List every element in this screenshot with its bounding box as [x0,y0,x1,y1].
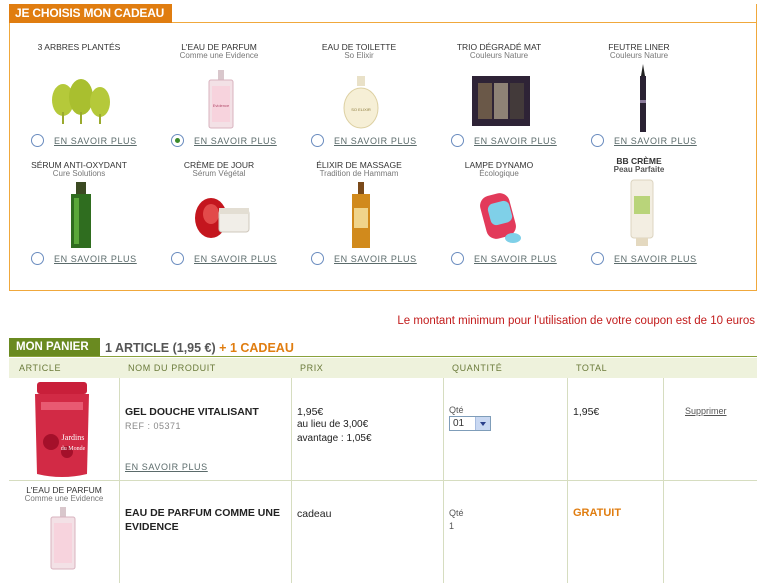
gift-more-link[interactable]: EN SAVOIR PLUS [614,136,697,146]
gift-radio-elixir-massage[interactable] [311,252,324,265]
shower-gel-image: Jardins du Monde [35,382,89,477]
gift-more-link[interactable]: EN SAVOIR PLUS [614,254,697,264]
header-article: ARTICLE [19,363,62,373]
column-divider [567,481,568,583]
perfume-bottle-icon [50,507,76,570]
cart-title: MON PANIER [9,338,100,357]
cart-summary: 1 ARTICLE (1,95 €) + 1 CADEAU [105,341,294,355]
column-divider [443,481,444,583]
gift-subtitle: Peau Parfaite [613,165,665,174]
gift-more-link[interactable]: EN SAVOIR PLUS [334,136,417,146]
column-divider [663,378,664,480]
gift-more-link[interactable]: EN SAVOIR PLUS [474,254,557,264]
gift-subtitle: Sérum Végétal [192,169,246,178]
gift-image-subtitle: Comme une Evidence [24,494,104,503]
bb-cream-tube-icon [630,179,654,246]
gift-radio-trees[interactable] [31,134,44,147]
gift-radio-eau-de-toilette[interactable] [311,134,324,147]
svg-text:Evidence: Evidence [213,103,230,108]
gift-radio-serum[interactable] [31,252,44,265]
column-divider [291,481,292,583]
toilette-bottle-icon: SO ELIXIR [343,76,379,129]
gift-radio-bb-creme[interactable] [591,252,604,265]
column-divider [663,481,664,583]
cart-gift-count: + 1 CADEAU [219,341,294,355]
column-divider [119,481,120,583]
dynamo-lamp-icon [480,193,521,243]
gift-radio-feutre-liner[interactable] [591,134,604,147]
gift-more-link[interactable]: EN SAVOIR PLUS [194,136,277,146]
chevron-down-icon[interactable] [475,417,490,430]
gift-more-link[interactable]: EN SAVOIR PLUS [54,136,137,146]
gift-more-link[interactable]: EN SAVOIR PLUS [334,254,417,264]
gift-subtitle: Comme une Evidence [179,51,259,60]
svg-text:Jardins: Jardins [62,433,85,442]
table-row: L'EAU DE PARFUM Comme une Evidence EAU D… [9,481,757,583]
coupon-minimum-message: Le montant minimum pour l'utilisation de… [397,315,755,327]
gift-radio-creme-de-jour[interactable] [171,252,184,265]
product-total: 1,95€ [573,406,600,418]
gift-more-link[interactable]: EN SAVOIR PLUS [54,254,137,264]
header-product: NOM DU PRODUIT [128,363,216,373]
quantity-label: Qté [449,508,464,518]
product-saving: avantage : 1,05€ [297,433,372,444]
perfume-bottle-icon: Evidence [208,70,234,129]
remove-item-link[interactable]: Supprimer [685,406,727,416]
cart-divider [9,356,757,357]
gift-section-title: JE CHOISIS MON CADEAU [9,4,172,23]
quantity-value: 01 [453,418,465,429]
gift-name: 3 ARBRES PLANTÉS [37,42,121,52]
gift-radio-eau-de-parfum[interactable] [171,134,184,147]
cart-table-header: ARTICLE NOM DU PRODUIT PRIX QUANTITÉ TOT… [9,358,757,378]
eyeshadow-palette-icon [472,76,530,126]
product-ref: REF : 05371 [125,421,182,431]
svg-text:SO ELIXIR: SO ELIXIR [351,107,371,112]
gift-subtitle: Couleurs Nature [469,51,529,60]
quantity-value: 1 [449,521,455,531]
column-divider [119,378,120,480]
cream-jar-icon [195,198,250,238]
gift-subtitle: Tradition de Hammam [319,169,399,178]
svg-text:du Monde: du Monde [61,446,86,452]
header-quantity: QUANTITÉ [452,363,503,373]
gift-more-link[interactable]: EN SAVOIR PLUS [474,136,557,146]
gift-subtitle: Cure Solutions [52,169,106,178]
header-price: PRIX [300,363,324,373]
column-divider [567,378,568,480]
column-divider [443,378,444,480]
product-price: cadeau [297,508,332,520]
product-price: 1,95€ [297,406,324,418]
quantity-select[interactable]: 01 [449,416,491,431]
gift-radio-lampe-dynamo[interactable] [451,252,464,265]
product-more-link[interactable]: EN SAVOIR PLUS [125,462,208,472]
table-row: Jardins du Monde GEL DOUCHE VITALISANT R… [9,378,757,481]
serum-bottle-icon [71,182,91,248]
column-divider [291,378,292,480]
quantity-label: Qté [449,405,464,415]
product-old-price: au lieu de 3,00€ [297,419,369,430]
cart-article-count: 1 ARTICLE (1,95 €) [105,341,216,355]
trees-icon [52,79,110,124]
gift-radio-trio-degrade[interactable] [451,134,464,147]
gift-subtitle: Écologique [479,169,519,178]
product-name: EAU DE PARFUM COMME UNE EVIDENCE [125,507,280,533]
gift-subtitle: So Elixir [344,51,374,60]
eyeliner-pen-icon [640,64,646,132]
massage-oil-icon [352,182,370,248]
gift-more-link[interactable]: EN SAVOIR PLUS [194,254,277,264]
gift-subtitle: Couleurs Nature [609,51,669,60]
product-name: GEL DOUCHE VITALISANT [125,406,259,418]
product-total: GRATUIT [573,507,622,519]
header-total: TOTAL [576,363,608,373]
